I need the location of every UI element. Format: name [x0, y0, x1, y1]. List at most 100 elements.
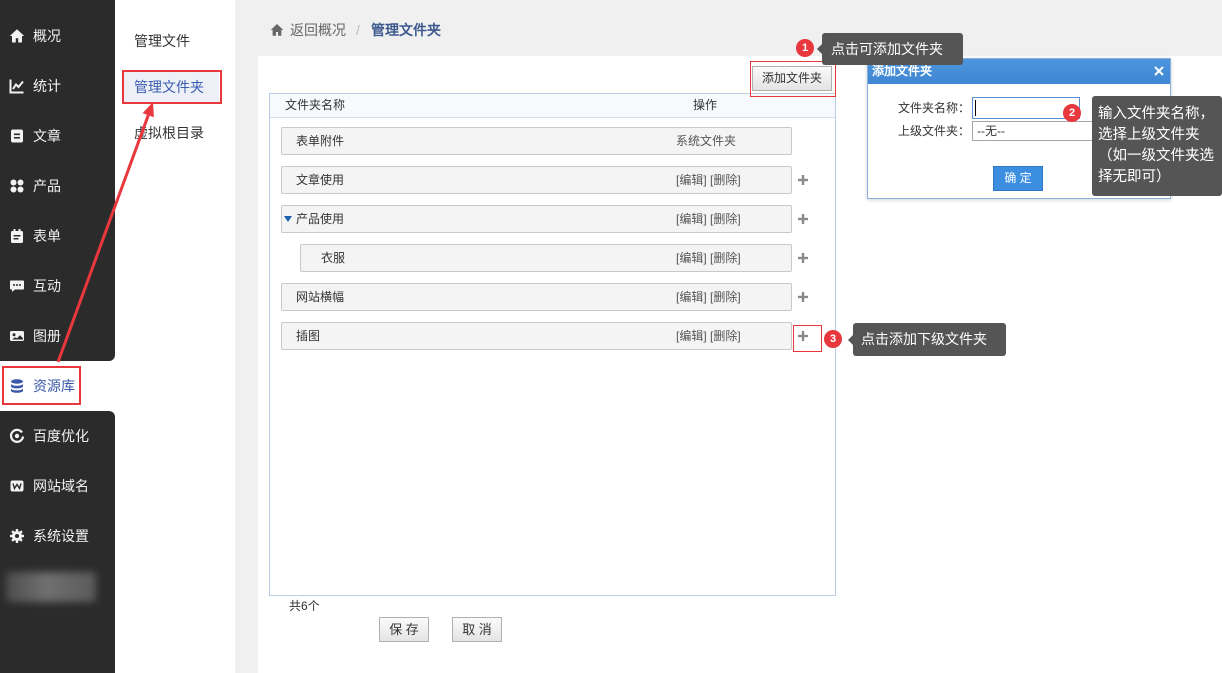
parent-folder-select[interactable]: --无-- — [972, 121, 1096, 141]
domain-icon — [9, 478, 25, 494]
delete-link[interactable]: [删除] — [710, 290, 741, 304]
edit-link[interactable]: [编辑] — [676, 212, 707, 226]
annotation-tooltip: 输入文件夹名称，选择上级文件夹（如一级文件夹选择无即可） — [1092, 96, 1222, 196]
edit-link[interactable]: [编辑] — [676, 290, 707, 304]
breadcrumb-separator: / — [356, 22, 360, 38]
sidebar-item-label: 统计 — [33, 78, 61, 94]
sidebar-item-album[interactable]: 图册 — [0, 311, 115, 361]
sidebar-item-overview[interactable]: 概况 — [0, 11, 115, 61]
delete-link[interactable]: [删除] — [710, 173, 741, 187]
sidebar-item-domain[interactable]: 网站域名 — [0, 461, 115, 511]
system-folder-label: 系统文件夹 — [676, 134, 737, 148]
edit-link[interactable]: [编辑] — [676, 251, 707, 265]
folder-row: 文章使用 [编辑] [删除] — [281, 166, 822, 194]
add-subfolder-plus-icon[interactable] — [798, 331, 808, 341]
sidebar-item-label: 图册 — [33, 328, 61, 344]
folder-name-label: 文件夹名称： — [897, 101, 970, 115]
add-subfolder-plus-icon[interactable] — [798, 214, 808, 224]
home-icon[interactable] — [270, 23, 284, 37]
annotation-text: 点击添加下级文件夹 — [861, 331, 987, 347]
sidebar-item-label: 文章 — [33, 128, 61, 144]
row-actions: [编辑] [删除] — [676, 166, 741, 194]
sidebar-item-label: 表单 — [33, 228, 61, 244]
sidebar-item-articles[interactable]: 文章 — [0, 111, 115, 161]
edit-link[interactable]: [编辑] — [676, 329, 707, 343]
sidebar-item-resources[interactable]: 资源库 — [0, 361, 115, 411]
edit-link[interactable]: [编辑] — [676, 173, 707, 187]
form-icon — [9, 228, 25, 244]
annotation-badge: 2 — [1063, 104, 1081, 122]
blurred-sidebar-item[interactable] — [6, 572, 96, 602]
folder-name: 表单附件 — [296, 134, 345, 148]
submenu-item-virtual-root[interactable]: 虚拟根目录 — [124, 118, 219, 148]
folder-name: 产品使用 — [296, 212, 345, 226]
row-actions: [编辑] [删除] — [676, 205, 741, 233]
resource-submenu: 管理文件 管理文件夹 虚拟根目录 — [115, 0, 235, 673]
page-title: 管理文件夹 — [371, 22, 441, 38]
table-header: 文件夹名称 操作 — [270, 94, 835, 118]
baidu-seo-icon — [9, 428, 25, 444]
annotation-tooltip: 点击添加下级文件夹 — [848, 323, 1006, 356]
sidebar-item-interaction[interactable]: 互动 — [0, 261, 115, 311]
folder-name: 插图 — [296, 329, 321, 343]
sidebar-item-label: 网站域名 — [33, 478, 89, 494]
breadcrumb-back-link[interactable]: 返回概况 — [290, 22, 346, 38]
sidebar-item-products[interactable]: 产品 — [0, 161, 115, 211]
annotation-text: 点击可添加文件夹 — [831, 41, 943, 57]
column-header-name: 文件夹名称 — [285, 98, 346, 112]
submenu-item-manage-folders[interactable]: 管理文件夹 — [124, 72, 219, 102]
delete-link[interactable]: [删除] — [710, 329, 741, 343]
folder-name: 网站横幅 — [296, 290, 345, 304]
delete-link[interactable]: [删除] — [710, 251, 741, 265]
delete-link[interactable]: [删除] — [710, 212, 741, 226]
sidebar-item-label: 互动 — [33, 278, 61, 294]
sidebar-item-statistics[interactable]: 统计 — [0, 61, 115, 111]
home-icon — [9, 28, 25, 44]
statistics-icon — [9, 78, 25, 94]
folder-row: 表单附件 系统文件夹 — [281, 127, 822, 155]
column-header-actions: 操作 — [693, 98, 718, 112]
sidebar-item-label: 资源库 — [33, 378, 75, 394]
annotation-tooltip: 点击可添加文件夹 — [817, 33, 963, 65]
row-actions: [编辑] [删除] — [676, 322, 741, 350]
sidebar-item-label: 系统设置 — [33, 528, 89, 544]
sidebar-item-forms[interactable]: 表单 — [0, 211, 115, 261]
row-actions: [编辑] [删除] — [676, 283, 741, 311]
sidebar-item-settings[interactable]: 系统设置 — [0, 511, 115, 561]
dialog-title: 添加文件夹 — [872, 64, 933, 78]
confirm-button[interactable]: 确 定 — [993, 166, 1043, 191]
folder-name: 衣服 — [321, 251, 346, 265]
chat-bubble-icon — [9, 278, 25, 294]
folder-row: 产品使用 [编辑] [删除] — [281, 205, 822, 233]
annotation-badge: 3 — [824, 330, 842, 348]
database-icon — [9, 378, 25, 394]
folder-count: 共6个 — [289, 599, 320, 613]
folder-row: 网站横幅 [编辑] [删除] — [281, 283, 822, 311]
row-actions: [编辑] [删除] — [676, 244, 741, 272]
expand-caret-icon[interactable] — [284, 216, 292, 222]
annotation-text: 输入文件夹名称，选择上级文件夹（如一级文件夹选择无即可） — [1098, 106, 1214, 185]
sidebar-item-label: 百度优化 — [33, 428, 89, 444]
sidebar-item-label: 产品 — [33, 178, 61, 194]
gear-icon — [9, 528, 25, 544]
sidebar-item-baidu-seo[interactable]: 百度优化 — [0, 411, 115, 461]
sidebar-item-label: 概况 — [33, 28, 61, 44]
save-button[interactable]: 保 存 — [379, 617, 429, 642]
album-icon — [9, 328, 25, 344]
folder-name: 文章使用 — [296, 173, 345, 187]
add-folder-button[interactable]: 添加文件夹 — [752, 66, 832, 91]
folder-row: 插图 [编辑] [删除] — [281, 322, 822, 350]
text-cursor — [975, 100, 976, 116]
add-subfolder-plus-icon[interactable] — [798, 292, 808, 302]
main-sidebar: 概况 统计 文章 产品 表单 互动 图册 资源库 百度优化 网站域名 系统设置 — [0, 0, 115, 673]
add-subfolder-plus-icon[interactable] — [798, 253, 808, 263]
parent-folder-label: 上级文件夹： — [897, 124, 970, 138]
folder-row: 衣服 [编辑] [删除] — [281, 244, 822, 272]
product-grid-icon — [9, 178, 25, 194]
annotation-badge: 1 — [796, 39, 814, 57]
cancel-button[interactable]: 取 消 — [452, 617, 502, 642]
article-icon — [9, 128, 25, 144]
add-subfolder-plus-icon[interactable] — [798, 175, 808, 185]
close-icon[interactable] — [1153, 65, 1165, 77]
submenu-item-manage-files[interactable]: 管理文件 — [124, 26, 219, 56]
